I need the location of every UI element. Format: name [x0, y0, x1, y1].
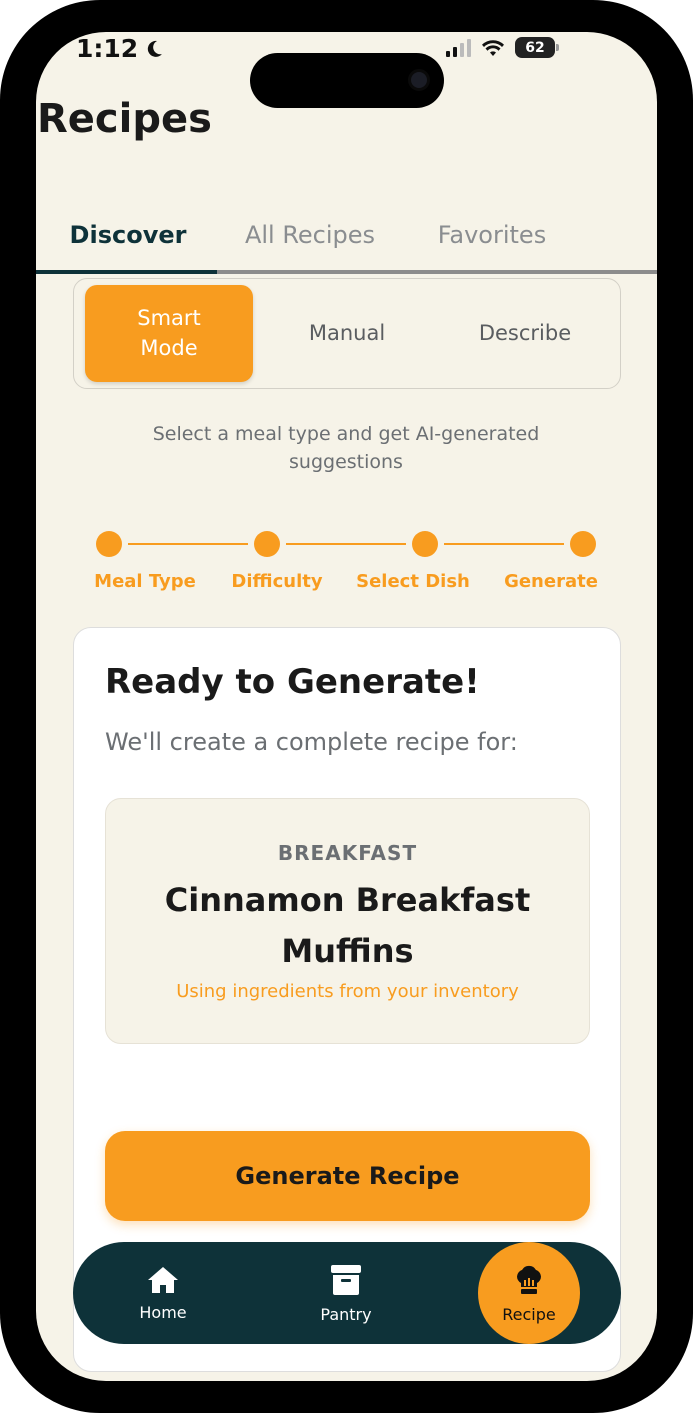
dynamic-island [250, 53, 444, 108]
step-label: Difficulty [231, 571, 323, 592]
step-dot [570, 531, 596, 557]
mode-selector: Smart Mode Manual Describe [73, 278, 621, 389]
status-indicators: 62 [446, 37, 559, 58]
status-time: 1:12 [76, 34, 164, 63]
manual-mode-button[interactable]: Manual [263, 285, 431, 382]
dish-name: Cinnamon Breakfast Muffins [164, 881, 531, 971]
card-subtitle: We'll create a complete recipe for: [105, 728, 518, 756]
nav-home-label: Home [139, 1302, 187, 1322]
archive-icon [331, 1264, 361, 1295]
home-icon [148, 1266, 178, 1293]
page-title: Recipes [37, 96, 212, 142]
inventory-note: Using ingredients from your inventory [176, 981, 519, 1002]
step-dot [254, 531, 280, 557]
step-connector [128, 543, 248, 545]
mode-description: Select a meal type and get AI-generated … [152, 423, 540, 473]
generate-recipe-button[interactable]: Generate Recipe [105, 1131, 590, 1221]
step-dot [96, 531, 122, 557]
signal-icon [446, 38, 471, 57]
step-label: Generate [504, 571, 598, 592]
tab-underline [36, 270, 657, 274]
nav-recipe[interactable]: Recipe [478, 1242, 580, 1344]
dish-summary: BREAKFAST Cinnamon Breakfast Muffins Usi… [105, 798, 590, 1044]
tab-all-recipes[interactable]: All Recipes [219, 221, 401, 249]
step-label: Select Dish [356, 571, 470, 592]
bottom-nav: Home Pantry Recipe [73, 1242, 621, 1344]
camera-icon [408, 69, 430, 91]
status-time-text: 1:12 [76, 34, 139, 63]
step-label: Meal Type [94, 571, 196, 592]
step-connector [286, 543, 406, 545]
smart-mode-button[interactable]: Smart Mode [85, 285, 253, 382]
moon-icon [148, 40, 163, 57]
progress-stepper [96, 531, 596, 557]
tab-favorites[interactable]: Favorites [401, 221, 583, 249]
tab-discover[interactable]: Discover [37, 221, 219, 249]
nav-home[interactable]: Home [103, 1242, 223, 1344]
wifi-icon [482, 39, 504, 56]
battery-level: 62 [525, 39, 545, 56]
nav-recipe-label: Recipe [502, 1304, 556, 1324]
step-dot [412, 531, 438, 557]
tab-active-indicator [36, 270, 217, 274]
meal-category: BREAKFAST [277, 841, 418, 865]
step-connector [444, 543, 564, 545]
battery-icon: 62 [515, 37, 559, 58]
nav-pantry[interactable]: Pantry [286, 1242, 406, 1344]
chef-hat-icon [517, 1265, 541, 1294]
card-title: Ready to Generate! [105, 662, 480, 702]
nav-pantry-label: Pantry [320, 1304, 372, 1324]
tab-bar: Discover All Recipes Favorites [0, 190, 621, 249]
describe-mode-button[interactable]: Describe [441, 285, 609, 382]
